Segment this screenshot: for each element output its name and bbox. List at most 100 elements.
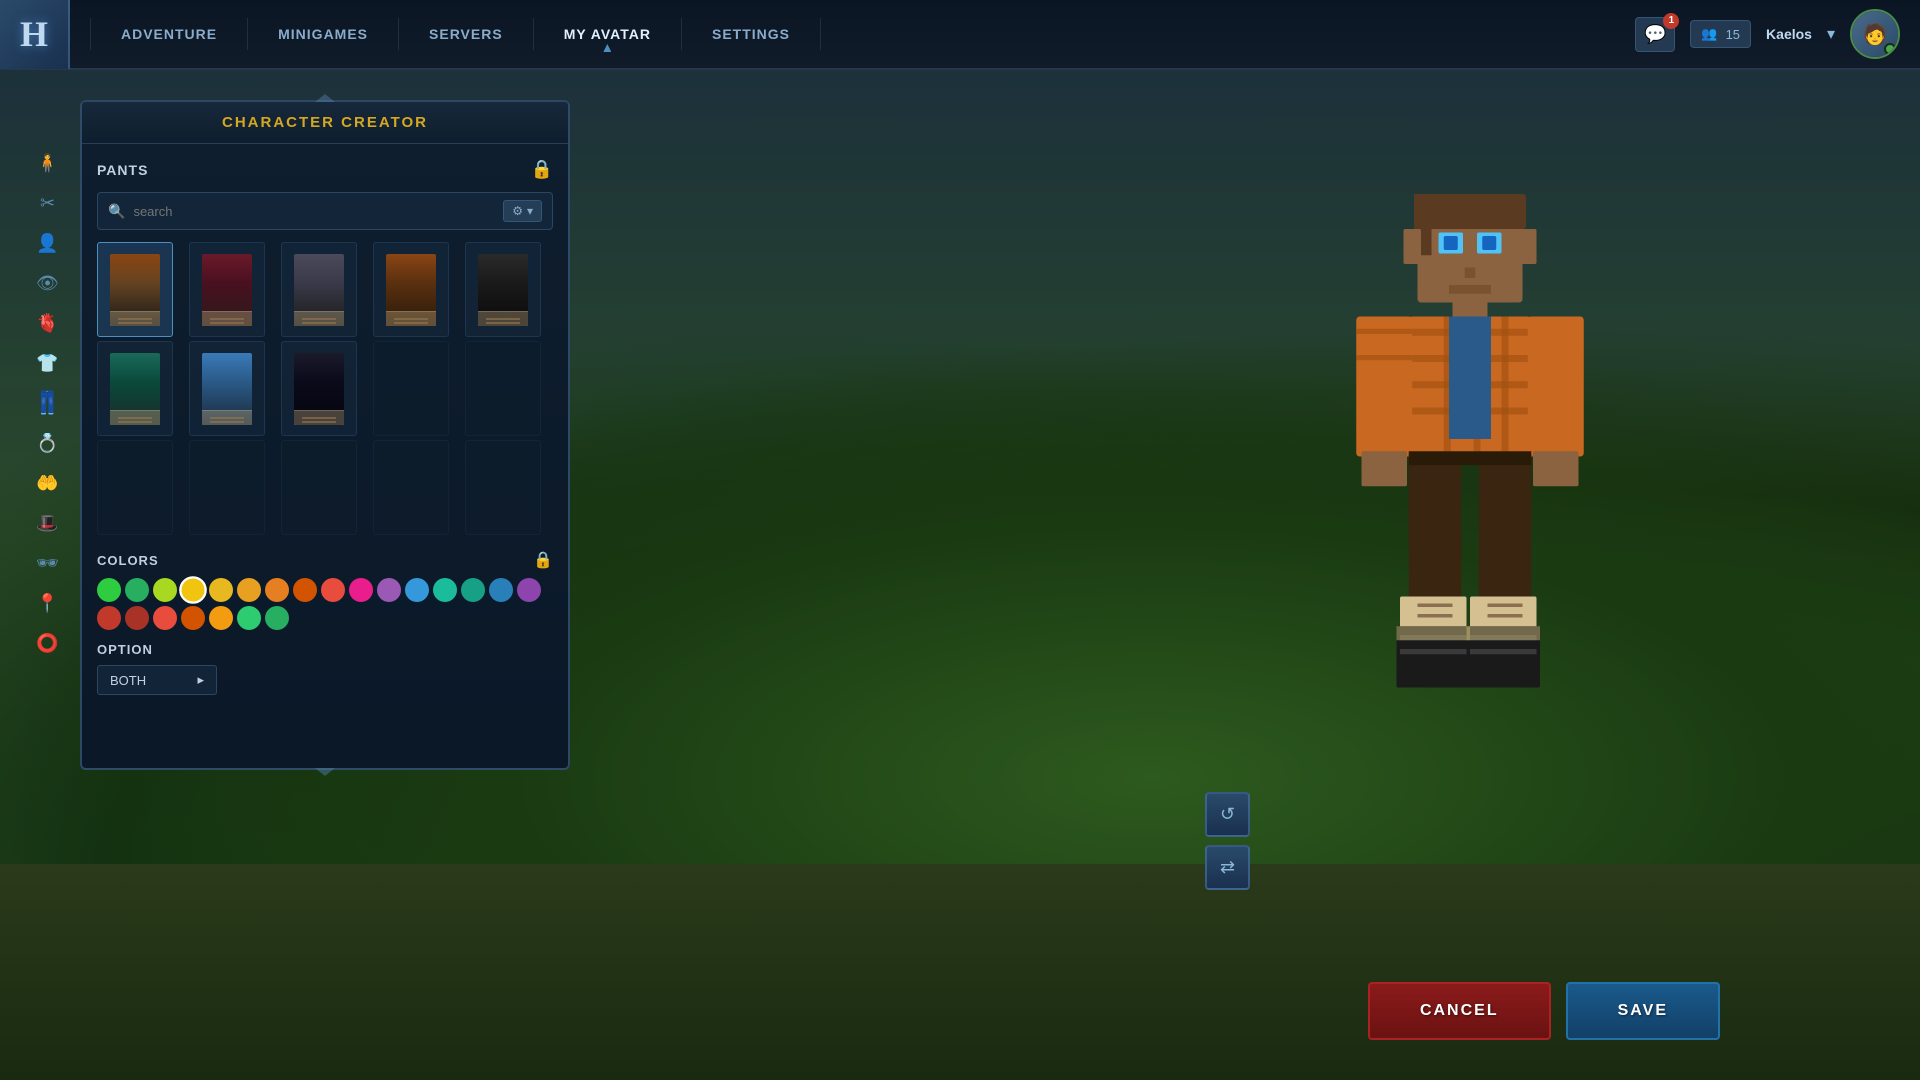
refresh-button[interactable]: ↺: [1205, 792, 1250, 837]
color-swatch-3[interactable]: [179, 576, 207, 604]
sidebar-icon-torso[interactable]: 🫀: [30, 305, 66, 341]
filter-button[interactable]: ⚙ ▾: [503, 200, 542, 222]
sidebar-icon-gloves[interactable]: 🤲: [30, 465, 66, 501]
colors-title: COLORS: [97, 553, 159, 568]
color-swatch-6[interactable]: [265, 578, 289, 602]
section-title: PANTS: [97, 162, 148, 178]
item-visual-1: [110, 254, 160, 326]
sidebar-icon-pants[interactable]: 👖: [30, 385, 66, 421]
nav-right: 💬 1 👥 15 Kaelos ▾ 🧑: [1635, 9, 1920, 59]
color-swatches: [97, 578, 553, 630]
item-cell-10[interactable]: [465, 341, 541, 436]
item-cell-7[interactable]: [189, 341, 265, 436]
section-header: PANTS 🔒: [97, 159, 553, 180]
color-swatch-13[interactable]: [461, 578, 485, 602]
color-swatch-16[interactable]: [97, 606, 121, 630]
color-swatch-11[interactable]: [405, 578, 429, 602]
sidebar-icon-accessory[interactable]: 💍: [30, 425, 66, 461]
sidebar-icon-circle[interactable]: ⭕: [30, 625, 66, 661]
item-cell-1[interactable]: [97, 242, 173, 337]
colors-header: COLORS 🔒: [97, 550, 553, 570]
sidebar-icon-eye[interactable]: 👁: [30, 265, 66, 301]
option-section: OPTION BOTH ▸: [97, 642, 553, 695]
shuffle-icon: ⇄: [1220, 857, 1235, 878]
item-cell-3[interactable]: [281, 242, 357, 337]
sidebar-icon-body[interactable]: 🧍: [30, 145, 66, 181]
option-arrow: ▸: [197, 672, 204, 688]
sidebar-icon-scissors[interactable]: ✂: [30, 185, 66, 221]
item-visual-6: [110, 353, 160, 425]
nav-adventure[interactable]: ADVENTURE: [90, 18, 248, 50]
color-swatch-17[interactable]: [125, 606, 149, 630]
username-label: Kaelos: [1766, 26, 1812, 42]
item-cell-12[interactable]: [189, 440, 265, 535]
panel-title: CHARACTER CREATOR: [82, 102, 568, 144]
character-display: [1270, 80, 1670, 980]
top-navigation: H ADVENTURE MINIGAMES SERVERS MY AVATAR …: [0, 0, 1920, 70]
color-swatch-4[interactable]: [209, 578, 233, 602]
color-swatch-18[interactable]: [153, 606, 177, 630]
item-cell-15[interactable]: [465, 440, 541, 535]
cancel-button[interactable]: CANCEL: [1368, 982, 1551, 1040]
color-swatch-19[interactable]: [181, 606, 205, 630]
color-swatch-22[interactable]: [265, 606, 289, 630]
nav-servers[interactable]: SERVERS: [399, 18, 534, 50]
online-indicator: [1884, 43, 1896, 55]
friends-icon: 👥: [1701, 26, 1717, 42]
friends-area[interactable]: 👥 15: [1690, 20, 1751, 48]
color-swatch-10[interactable]: [377, 578, 401, 602]
color-swatch-12[interactable]: [433, 578, 457, 602]
color-swatch-1[interactable]: [125, 578, 149, 602]
color-swatch-15[interactable]: [517, 578, 541, 602]
color-swatch-8[interactable]: [321, 578, 345, 602]
nav-settings[interactable]: SETTINGS: [682, 18, 821, 50]
color-swatch-5[interactable]: [237, 578, 261, 602]
color-swatch-0[interactable]: [97, 578, 121, 602]
bottom-buttons: CANCEL SAVE: [1368, 982, 1720, 1040]
colors-section: COLORS 🔒: [97, 550, 553, 630]
item-cell-13[interactable]: [281, 440, 357, 535]
search-input[interactable]: [133, 204, 495, 219]
shuffle-button[interactable]: ⇄: [1205, 845, 1250, 890]
item-visual-7: [202, 353, 252, 425]
color-swatch-7[interactable]: [293, 578, 317, 602]
colors-lock-icon: 🔒: [533, 550, 553, 570]
color-swatch-2[interactable]: [153, 578, 177, 602]
color-swatch-9[interactable]: [349, 578, 373, 602]
item-cell-8[interactable]: [281, 341, 357, 436]
lock-icon: 🔒: [531, 159, 553, 180]
user-avatar[interactable]: 🧑: [1850, 9, 1900, 59]
nav-my-avatar[interactable]: MY AVATAR: [534, 18, 682, 50]
sidebar-icon-face[interactable]: 👤: [30, 225, 66, 261]
sidebar-icon-glasses[interactable]: 🕶: [30, 545, 66, 581]
color-swatch-20[interactable]: [209, 606, 233, 630]
sidebar-icon-pin[interactable]: 📍: [30, 585, 66, 621]
item-cell-2[interactable]: [189, 242, 265, 337]
items-grid: [97, 242, 553, 535]
nav-minigames[interactable]: MINIGAMES: [248, 18, 399, 50]
item-cell-5[interactable]: [465, 242, 541, 337]
option-title: OPTION: [97, 642, 553, 657]
item-visual-2: [202, 254, 252, 326]
logo[interactable]: H: [0, 0, 70, 69]
item-cell-14[interactable]: [373, 440, 449, 535]
sidebar-icon-hat[interactable]: 🎩: [30, 505, 66, 541]
item-cell-6[interactable]: [97, 341, 173, 436]
option-value: BOTH: [110, 673, 146, 688]
filter-icon: ⚙: [512, 204, 523, 218]
chat-badge: 1: [1663, 13, 1679, 29]
save-button[interactable]: SAVE: [1566, 982, 1720, 1040]
color-swatch-21[interactable]: [237, 606, 261, 630]
item-visual-4: [386, 254, 436, 326]
dropdown-arrow[interactable]: ▾: [1827, 24, 1835, 44]
option-dropdown[interactable]: BOTH ▸: [97, 665, 217, 695]
filter-arrow: ▾: [527, 204, 533, 218]
item-cell-9[interactable]: [373, 341, 449, 436]
item-cell-4[interactable]: [373, 242, 449, 337]
item-cell-11[interactable]: [97, 440, 173, 535]
sidebar-icon-outfit[interactable]: 👕: [30, 345, 66, 381]
side-actions: ↺ ⇄: [1205, 792, 1250, 890]
chat-button[interactable]: 💬 1: [1635, 17, 1675, 52]
search-icon: 🔍: [108, 203, 125, 220]
color-swatch-14[interactable]: [489, 578, 513, 602]
